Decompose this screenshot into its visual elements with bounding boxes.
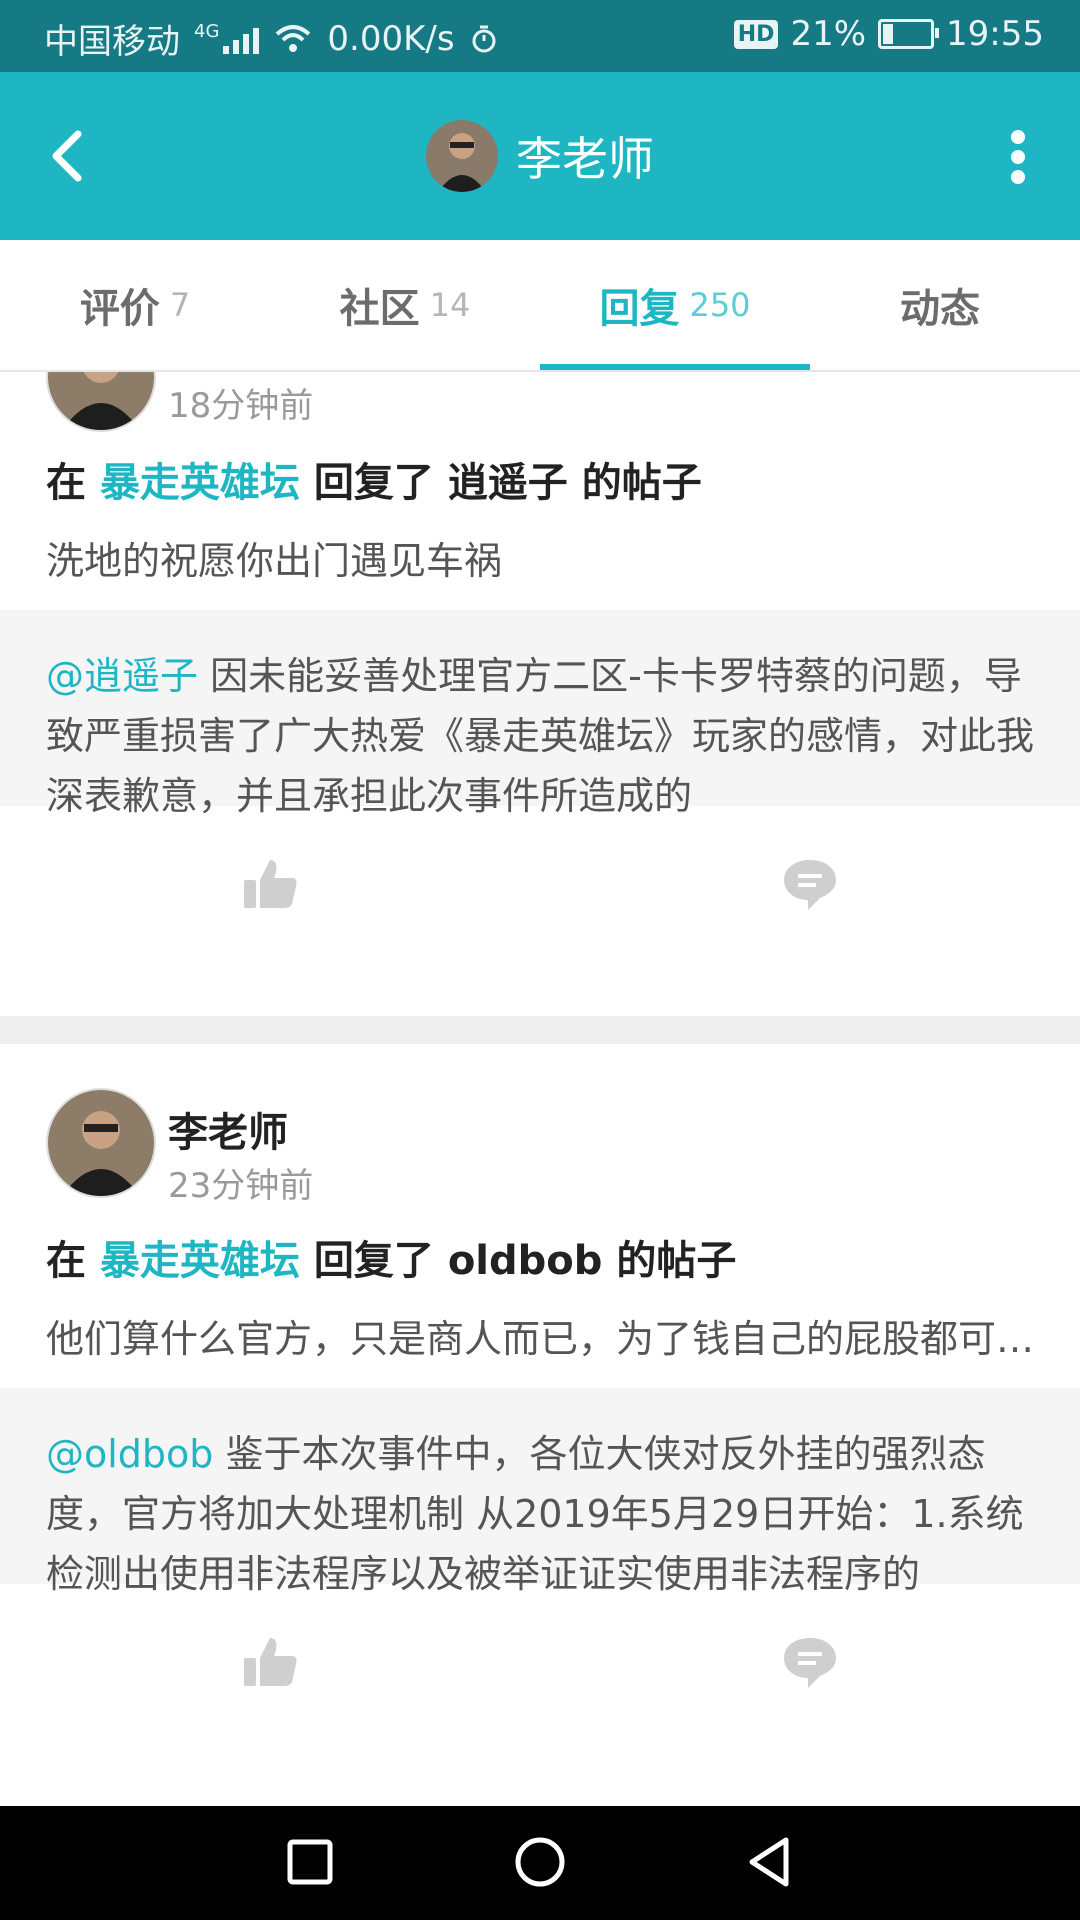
thumbs-up-icon[interactable] <box>240 1634 300 1690</box>
tab-label: 评价 <box>79 286 160 332</box>
app-header: 李老师 <box>0 72 1080 240</box>
reply-action-line: 在 暴走英雄坛 回复了 oldbob 的帖子 <box>46 1228 736 1286</box>
header-avatar <box>426 120 498 192</box>
system-nav-bar <box>0 1806 1080 1920</box>
tab-label: 社区 <box>339 286 420 332</box>
home-icon[interactable] <box>510 1832 570 1892</box>
page-title: 李老师 <box>516 132 654 186</box>
carrier-label: 中国移动 <box>44 22 180 62</box>
tab-bar: 评价 7 社区 14 回复 250 动态 <box>0 240 1080 372</box>
quoted-post[interactable]: @oldbob 鉴于本次事件中，各位大侠对反外挂的强烈态度，官方将加大处理机制 … <box>0 1388 1080 1596</box>
quote-mention[interactable]: @逍遥子 <box>46 654 198 698</box>
action-verb: 回复了 <box>313 1238 434 1284</box>
tab-reviews[interactable]: 评价 7 <box>0 240 270 370</box>
hd-badge: HD <box>733 19 779 49</box>
target-user[interactable]: oldbob <box>448 1238 603 1284</box>
status-bar: 中国移动 4G 0.00K/s HD 21% 19:55 <box>0 0 1080 72</box>
wifi-icon <box>276 24 311 52</box>
comment-icon[interactable] <box>780 856 840 912</box>
tab-count: 14 <box>429 286 471 324</box>
clock: 19:55 <box>946 14 1044 54</box>
tab-label: 动态 <box>900 286 980 332</box>
more-vertical-icon[interactable] <box>1010 130 1026 184</box>
battery-percent: 21% <box>790 14 867 54</box>
reply-action-line: 在 暴走英雄坛 回复了 逍遥子 的帖子 <box>46 450 702 508</box>
recent-apps-icon[interactable] <box>280 1832 340 1892</box>
signal-icon <box>223 24 260 54</box>
comment-icon[interactable] <box>780 1634 840 1690</box>
post-actions <box>0 1584 1080 1734</box>
action-prefix: 在 <box>46 460 86 506</box>
avatar[interactable] <box>46 1088 156 1198</box>
post-time: 23分钟前 <box>168 1166 314 1206</box>
tab-replies[interactable]: 回复 250 <box>540 240 810 370</box>
action-prefix: 在 <box>46 1238 86 1284</box>
active-tab-indicator <box>540 364 810 370</box>
tab-activity[interactable]: 动态 <box>810 240 1080 370</box>
card-divider <box>0 1016 1080 1044</box>
forum-link[interactable]: 暴走英雄坛 <box>100 460 300 506</box>
reply-content[interactable]: 他们算什么官方，只是商人而已，为了钱自己的屁股都可以不要 <box>46 1308 1036 1363</box>
action-verb: 回复了 <box>313 460 434 506</box>
reply-card: 李老师 23分钟前 在 暴走英雄坛 回复了 oldbob 的帖子 他们算什么官方… <box>0 1044 1080 1806</box>
forum-link[interactable]: 暴走英雄坛 <box>100 1238 300 1284</box>
quoted-post[interactable]: @逍遥子 因未能妥善处理官方二区-卡卡罗特蔡的问题，导致严重损害了广大热爱《暴走… <box>0 610 1080 818</box>
post-time: 18分钟前 <box>168 386 314 426</box>
timer-icon <box>472 25 496 52</box>
thumbs-up-icon[interactable] <box>240 856 300 912</box>
action-suffix: 的帖子 <box>616 1238 737 1284</box>
action-suffix: 的帖子 <box>581 460 702 506</box>
quote-mention[interactable]: @oldbob <box>46 1432 213 1476</box>
tab-community[interactable]: 社区 14 <box>270 240 540 370</box>
target-user[interactable]: 逍遥子 <box>448 460 568 506</box>
tab-count: 250 <box>689 286 751 324</box>
reply-content[interactable]: 洗地的祝愿你出门遇见车祸 <box>46 530 1036 585</box>
battery-icon <box>878 19 940 49</box>
network-type: 4G <box>194 21 220 42</box>
author-name[interactable]: 李老师 <box>168 1100 288 1158</box>
reply-feed[interactable]: 18分钟前 在 暴走英雄坛 回复了 逍遥子 的帖子 洗地的祝愿你出门遇见车祸 @… <box>0 372 1080 1806</box>
tab-count: 7 <box>169 286 191 324</box>
network-speed: 0.00K/s <box>327 18 455 59</box>
back-triangle-icon[interactable] <box>740 1832 800 1892</box>
post-actions <box>0 806 1080 956</box>
tab-label: 回复 <box>599 286 680 332</box>
avatar[interactable] <box>46 372 156 432</box>
